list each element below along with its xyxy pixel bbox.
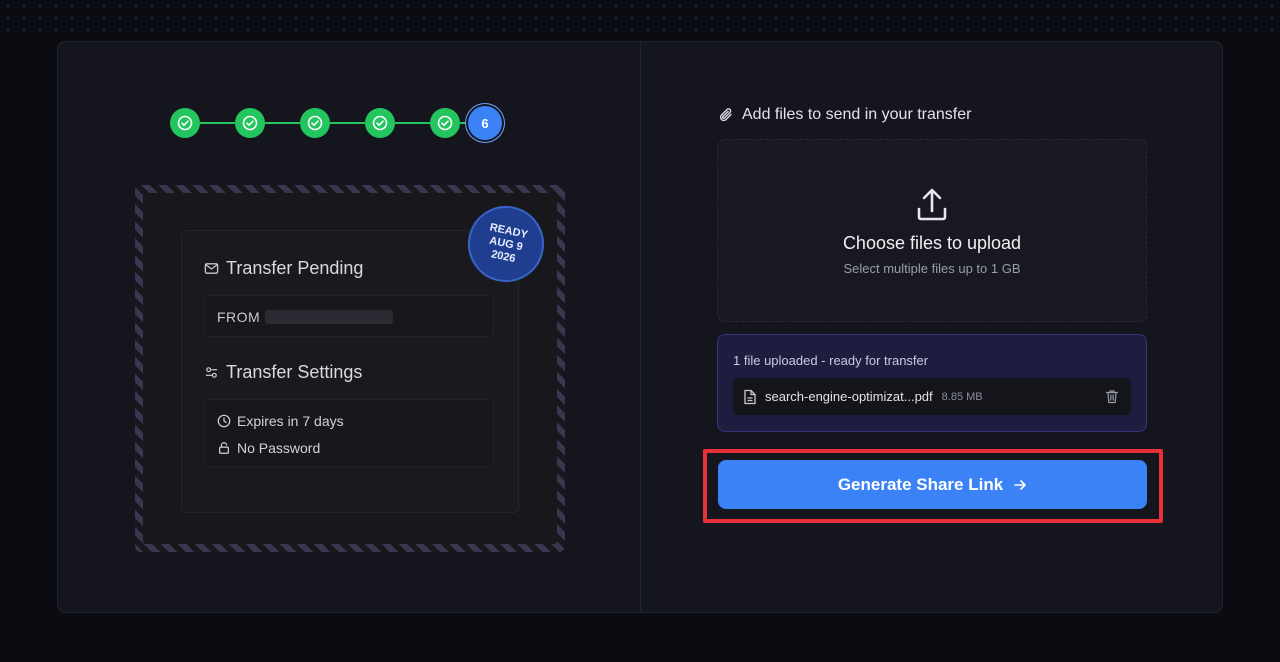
mail-icon	[204, 263, 219, 274]
sliders-icon	[205, 367, 218, 378]
transfer-envelope: Transfer Pending FROM Transfer Settings …	[135, 185, 565, 552]
step-connector	[395, 122, 430, 124]
file-dropzone[interactable]: Choose files to upload Select multiple f…	[717, 139, 1147, 322]
step-current: 6	[468, 106, 502, 140]
dropzone-subtitle: Select multiple files up to 1 GB	[843, 261, 1021, 276]
step-1-complete	[170, 108, 200, 138]
background-dot-pattern	[0, 0, 1280, 36]
from-label: FROM	[217, 309, 261, 325]
progress-stepper: 6	[170, 106, 502, 140]
step-connector	[460, 122, 468, 124]
file-size: 8.85 MB	[941, 390, 983, 403]
step-connector	[330, 122, 365, 124]
transfer-pending-title: Transfer Pending	[226, 258, 364, 278]
transfer-card: 6 Transfer Pending FROM Transfer Setting…	[57, 41, 1223, 613]
step-4-complete	[365, 108, 395, 138]
arrow-right-icon	[1014, 479, 1026, 490]
uploaded-file-row: search-engine-optimizat...pdf 8.85 MB	[733, 378, 1131, 415]
paperclip-icon	[719, 108, 732, 122]
check-circle-icon	[242, 115, 258, 131]
panel-divider	[640, 42, 641, 612]
envelope-body: Transfer Pending FROM Transfer Settings …	[143, 193, 557, 544]
check-circle-icon	[177, 115, 193, 131]
generate-share-link-button[interactable]: Generate Share Link	[718, 460, 1147, 509]
file-name: search-engine-optimizat...pdf	[765, 389, 933, 404]
sender-redacted	[265, 310, 393, 324]
settings-box: Expires in 7 days No Password	[204, 399, 494, 467]
upload-icon	[917, 188, 947, 221]
password-setting: No Password	[217, 440, 320, 456]
transfer-pending-heading: Transfer Pending	[204, 258, 363, 279]
upload-status: 1 file uploaded - ready for transfer	[733, 353, 929, 368]
add-files-heading: Add files to send in your transfer	[718, 106, 971, 124]
step-2-complete	[235, 108, 265, 138]
step-3-complete	[300, 108, 330, 138]
uploaded-files-panel: 1 file uploaded - ready for transfer sea…	[717, 334, 1147, 432]
step-connector	[265, 122, 300, 124]
dropzone-title: Choose files to upload	[842, 233, 1022, 253]
generate-button-label: Generate Share Link	[837, 474, 1004, 494]
lock-icon	[219, 442, 229, 454]
add-files-text: Add files to send in your transfer	[742, 106, 972, 123]
check-circle-icon	[437, 115, 453, 131]
trash-icon	[1105, 390, 1119, 404]
file-icon	[744, 389, 756, 404]
transfer-summary: Transfer Pending FROM Transfer Settings …	[181, 230, 519, 513]
expiry-setting: Expires in 7 days	[217, 413, 344, 429]
transfer-settings-title: Transfer Settings	[226, 362, 363, 382]
step-5-complete	[430, 108, 460, 138]
from-row: FROM	[204, 295, 494, 337]
transfer-settings-heading: Transfer Settings	[204, 362, 362, 383]
clock-icon	[217, 414, 231, 428]
delete-file-button[interactable]	[1105, 389, 1119, 409]
password-text: No Password	[237, 440, 321, 456]
check-circle-icon	[372, 115, 388, 131]
expiry-text: Expires in 7 days	[237, 413, 344, 429]
check-circle-icon	[307, 115, 323, 131]
step-connector	[200, 122, 235, 124]
